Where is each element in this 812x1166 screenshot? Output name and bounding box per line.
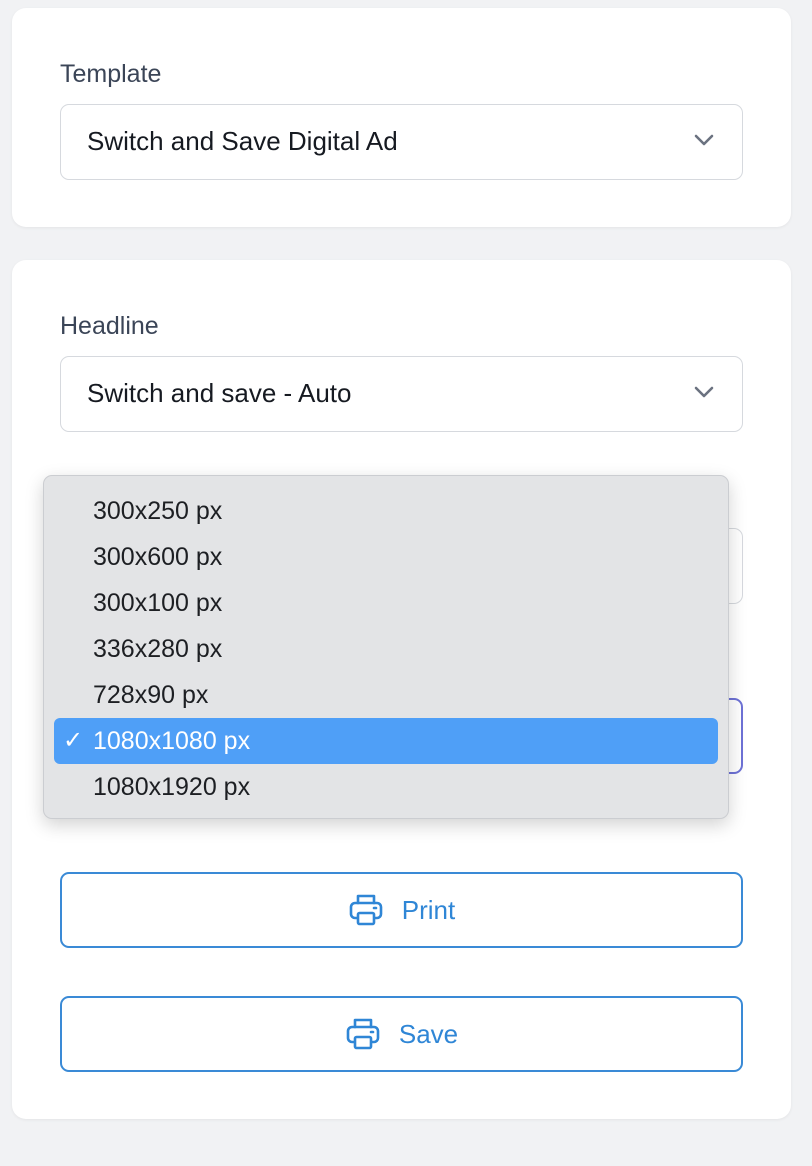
size-option-label: 300x100 px — [93, 589, 223, 617]
save-button[interactable]: Save — [60, 996, 743, 1072]
printer-icon — [346, 1018, 380, 1050]
print-button[interactable]: Print — [60, 872, 743, 948]
size-option-label: 1080x1080 px — [93, 727, 251, 755]
headline-select-value: Switch and save - Auto — [87, 378, 352, 408]
headline-label: Headline — [60, 312, 159, 340]
size-option-label: 1080x1920 px — [93, 773, 251, 801]
printer-icon — [349, 894, 383, 926]
template-select[interactable]: Switch and Save Digital Ad — [60, 104, 743, 180]
save-button-label: Save — [398, 1018, 459, 1049]
size-option-label: 300x600 px — [93, 543, 223, 571]
size-option-1080x1080[interactable]: ✓ 1080x1080 px — [54, 718, 718, 764]
size-option-label: 336x280 px — [93, 635, 223, 663]
size-option-label: 300x250 px — [93, 497, 223, 525]
template-card: Template Switch and Save Digital Ad — [12, 8, 791, 227]
size-option-300x100[interactable]: 300x100 px — [54, 580, 718, 626]
size-option-300x250[interactable]: 300x250 px — [54, 488, 718, 534]
size-option-336x280[interactable]: 336x280 px — [54, 626, 718, 672]
template-select-value: Switch and Save Digital Ad — [87, 126, 398, 156]
size-option-1080x1920[interactable]: 1080x1920 px — [54, 764, 718, 810]
size-option-728x90[interactable]: 728x90 px — [54, 672, 718, 718]
headline-select[interactable]: Switch and save - Auto — [60, 356, 743, 432]
chevron-down-icon — [694, 134, 714, 146]
size-option-label: 728x90 px — [93, 681, 209, 709]
size-dropdown-menu: 300x250 px 300x600 px 300x100 px 336x280… — [43, 475, 729, 819]
size-option-300x600[interactable]: 300x600 px — [54, 534, 718, 580]
template-label: Template — [60, 60, 162, 88]
checkmark-icon: ✓ — [63, 727, 84, 754]
chevron-down-icon — [694, 386, 714, 398]
print-button-label: Print — [401, 894, 456, 925]
